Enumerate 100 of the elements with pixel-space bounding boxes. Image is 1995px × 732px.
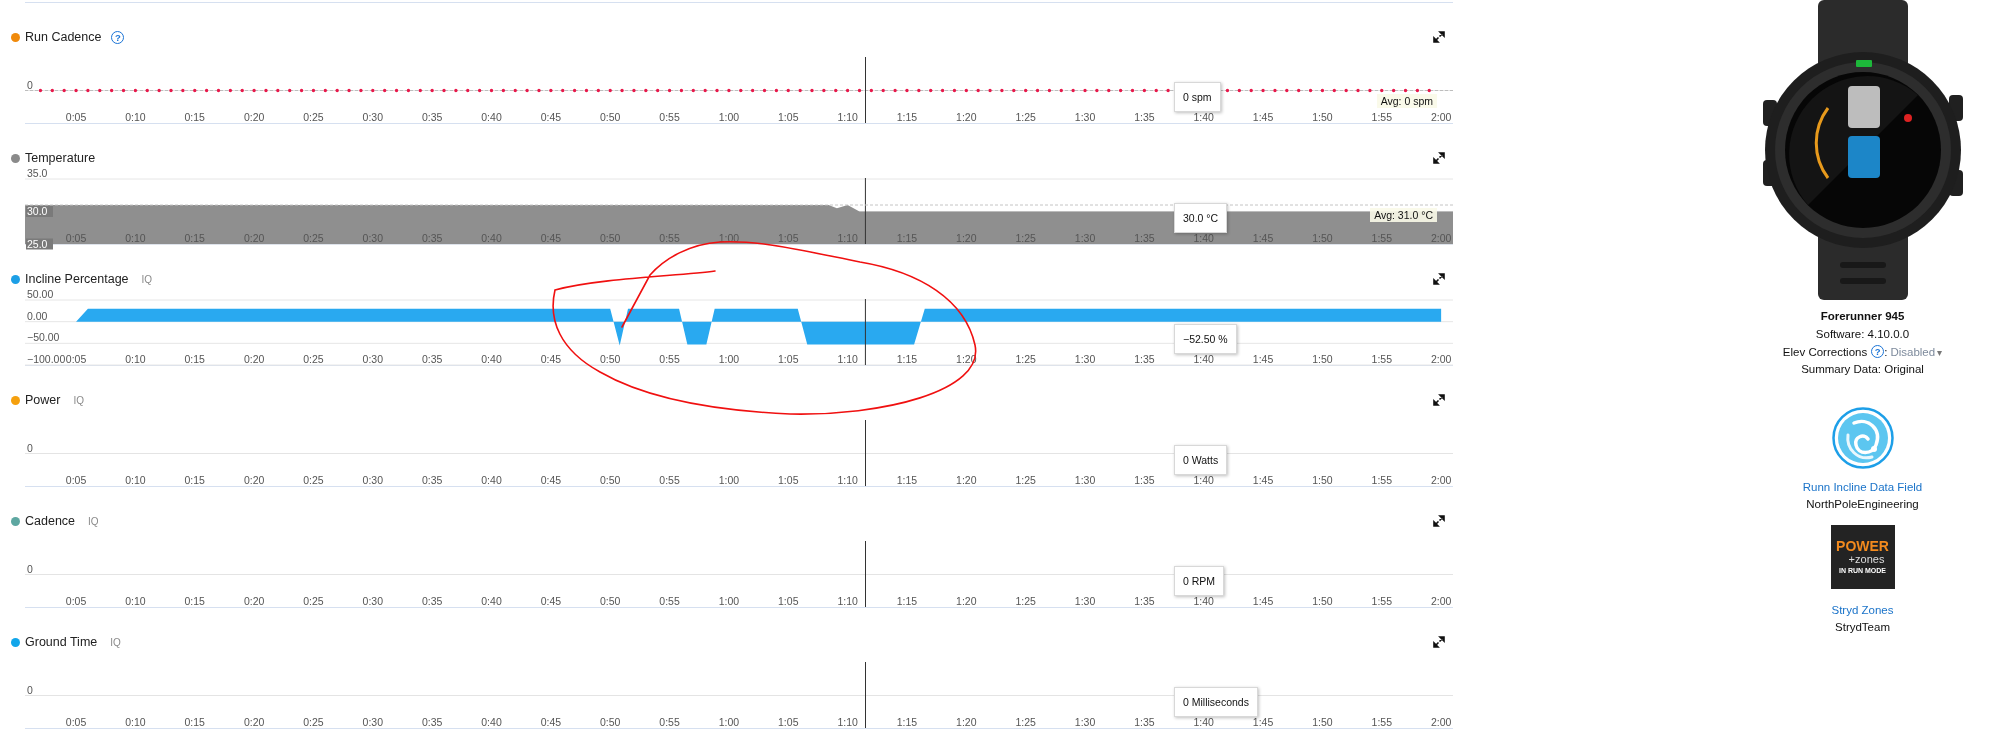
x-axis-label: 0:25 (303, 353, 324, 365)
x-axis-label: 0:35 (421, 353, 443, 365)
average-label: Avg: 31.0 °C (1370, 208, 1437, 222)
cursor-line (864, 177, 866, 245)
expand-icon[interactable] (1433, 394, 1445, 406)
expand-icon[interactable] (1433, 273, 1445, 285)
x-axis-label: 1:55 (1371, 716, 1392, 728)
y-axis-label: 0 (27, 441, 33, 454)
x-axis-label: 1:10 (837, 232, 858, 244)
caret-icon: ▾ (1937, 346, 1943, 358)
expand-icon[interactable] (1433, 636, 1445, 648)
x-axis-label: 1:55 (1371, 111, 1392, 123)
x-axis-label: 1:20 (956, 474, 977, 486)
x-axis-label: 0:05 (65, 353, 87, 365)
x-axis-label: 1:15 (896, 111, 918, 123)
x-axis-label: 1:15 (896, 232, 918, 244)
cursor-line (865, 541, 866, 607)
chart-title: Power (25, 393, 61, 407)
x-axis-label: 0:15 (184, 595, 205, 607)
x-axis-label: 0:15 (184, 716, 205, 728)
x-axis-label: 1:05 (778, 474, 799, 486)
x-axis-label: 1:55 (1371, 353, 1392, 365)
x-axis-label: 1:25 (1015, 111, 1036, 123)
x-axis-label: 1:05 (778, 353, 799, 365)
developer-name: NorthPoleEngineering (1806, 497, 1919, 512)
x-axis-label: 1:40 (1193, 474, 1214, 486)
x-axis-label: 0:45 (540, 716, 562, 728)
x-axis-label: 0:20 (243, 474, 265, 486)
y-axis-label: 0 (27, 78, 33, 91)
x-axis-label: 0:45 (540, 111, 562, 123)
elev-dropdown[interactable]: Disabled ▾ (1890, 345, 1943, 358)
x-axis-label: 0:25 (303, 716, 324, 728)
cursor-line (865, 662, 866, 728)
x-axis-label: 0:45 (540, 474, 562, 486)
x-axis-label: 1:30 (1074, 232, 1096, 244)
x-axis-label: 0:10 (125, 595, 146, 607)
chart-title: Ground Time (25, 635, 98, 649)
x-axis-label: 1:00 (718, 595, 740, 607)
x-axis-label: 1:40 (1193, 595, 1214, 607)
y-axis-label: 0 (27, 562, 33, 575)
x-axis-label: 0:40 (481, 474, 502, 486)
x-axis-label: 0:55 (659, 474, 680, 486)
x-axis-label: 1:35 (1134, 474, 1155, 486)
x-axis-label: 1:10 (837, 474, 858, 486)
x-axis-label: 1:55 (1371, 474, 1392, 486)
chart-title: Temperature (25, 151, 96, 165)
x-axis-label: 0:10 (125, 232, 146, 244)
x-axis-label: 0:30 (362, 232, 383, 244)
x-axis-label: 0:50 (600, 716, 621, 728)
x-axis-label: 0:50 (600, 111, 621, 123)
y-axis-label: −50.00 (27, 331, 60, 344)
value-tooltip: 0 Milliseconds (1174, 687, 1258, 717)
x-axis-label: 1:55 (1371, 595, 1392, 607)
x-axis-label: 1:50 (1312, 716, 1333, 728)
logo-text: +zones (1848, 553, 1885, 565)
x-axis-label: 2:00 (1430, 111, 1452, 123)
setting-label: Elev Corrections (1782, 345, 1868, 358)
x-axis-label: 0:05 (65, 474, 87, 486)
x-axis-label: 0:05 (65, 716, 87, 728)
x-axis-label: 0:05 (65, 595, 87, 607)
x-axis-label: 0:20 (243, 353, 265, 365)
app-link[interactable]: Stryd Zones (1831, 601, 1894, 619)
x-axis-label: 0:30 (362, 111, 383, 123)
value-tooltip: 30.0 °C (1174, 203, 1228, 233)
separator-text: : (1884, 345, 1888, 358)
x-axis-label: 2:00 (1430, 595, 1452, 607)
x-axis-label: 1:35 (1134, 716, 1155, 728)
x-axis-label: 0:35 (421, 474, 443, 486)
iq-tag: IQ (110, 636, 121, 648)
x-axis-label: 0:20 (243, 595, 265, 607)
x-axis-label: 0:35 (421, 716, 443, 728)
x-axis-label: 0:10 (125, 111, 146, 123)
x-axis-label: 1:15 (896, 716, 918, 728)
expand-icon[interactable] (1433, 515, 1445, 527)
x-axis-label: 1:35 (1134, 353, 1155, 365)
x-axis-label: 0:50 (600, 474, 621, 486)
x-axis-label: 0:40 (481, 716, 502, 728)
x-axis-label: 0:30 (362, 353, 383, 365)
x-axis-label: 0:45 (540, 232, 562, 244)
expand-icon[interactable] (1433, 31, 1445, 43)
x-axis-label: 0:30 (362, 716, 383, 728)
x-axis-label: 1:45 (1252, 111, 1274, 123)
expand-icon[interactable] (1433, 152, 1445, 164)
x-axis-label: 1:15 (896, 595, 918, 607)
x-axis-label: 1:25 (1015, 232, 1036, 244)
cursor-line (865, 420, 866, 486)
x-axis-label: 1:15 (896, 474, 918, 486)
x-axis-label: 0:10 (125, 353, 146, 365)
app-link[interactable]: Runn Incline Data Field (1802, 479, 1923, 496)
x-axis-label: 1:50 (1312, 595, 1333, 607)
x-axis-label: 1:05 (778, 111, 799, 123)
x-axis-label: 0:15 (184, 353, 205, 365)
y-axis-label: −100.00 (27, 353, 66, 365)
x-axis-label: 1:10 (837, 353, 858, 365)
iq-tag: IQ (73, 394, 84, 406)
value-tooltip: −52.50 % (1174, 324, 1237, 354)
x-axis-label: 0:25 (303, 474, 324, 486)
iq-tag: IQ (141, 273, 153, 285)
x-axis-label: 1:10 (837, 716, 858, 728)
x-axis-label: 0:30 (362, 595, 383, 607)
